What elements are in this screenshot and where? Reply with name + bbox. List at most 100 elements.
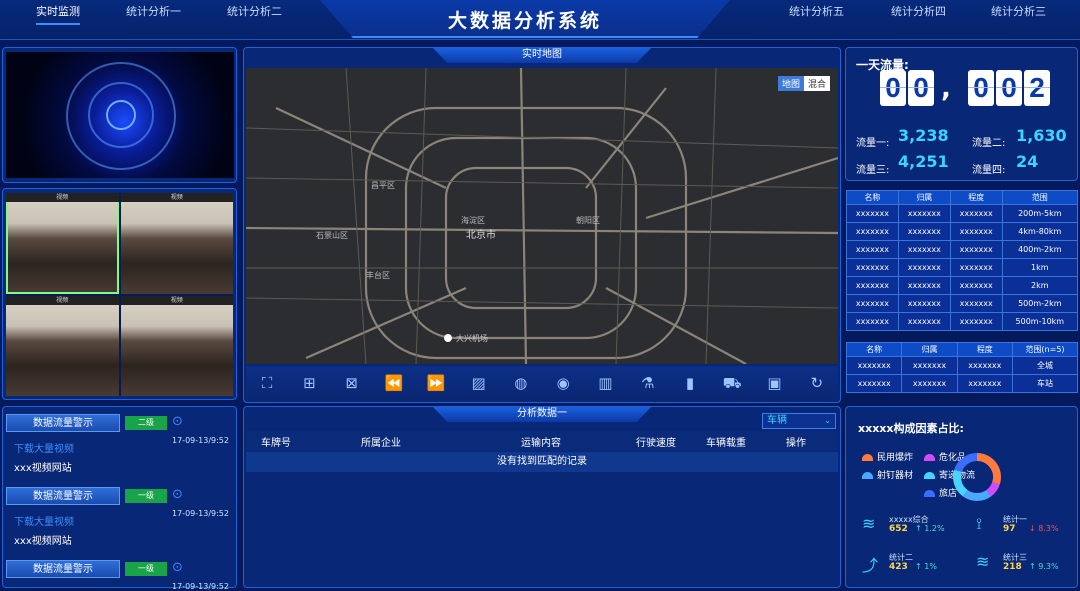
page-title: 大数据分析系统: [447, 10, 602, 32]
table-header: 程度: [956, 342, 1013, 357]
stat-change: ↓ 8.3%: [1029, 524, 1059, 533]
hybrid-mode-button[interactable]: 混合: [803, 76, 830, 91]
camera-feed[interactable]: 视频: [6, 193, 119, 294]
col-company[interactable]: 所属企业: [306, 434, 456, 449]
table-header: 归属: [897, 190, 951, 205]
truck-icon[interactable]: ⛟: [722, 373, 742, 393]
flow-digit: 0: [880, 70, 906, 106]
table-row[interactable]: xxxxxxx xxxxxxx xxxxxxx 500m-10km: [846, 312, 1079, 331]
map-mode-button[interactable]: 地图: [777, 76, 804, 91]
table-row[interactable]: xxxxxxx xxxxxxx xxxxxxx 全城: [845, 356, 1079, 375]
col-speed[interactable]: 行驶速度: [626, 434, 686, 449]
video-feed[interactable]: [6, 52, 234, 178]
nav-stat-4[interactable]: 统计分析四: [891, 3, 946, 19]
table-row[interactable]: xxxxxxx xxxxxxx xxxxxxx 500m-2km: [846, 294, 1079, 313]
legend-swatch-icon: [924, 472, 935, 479]
flow-digit: 0: [968, 70, 994, 106]
nav-stat-3[interactable]: 统计分析三: [991, 3, 1046, 19]
map-label: 海淀区: [461, 215, 485, 225]
stat-value: 423: [889, 562, 908, 572]
nav-stat-1[interactable]: 统计分析一: [126, 3, 181, 19]
table-header: 范围: [1001, 190, 1079, 205]
factor-donut: [953, 453, 1001, 501]
stat-value: 97: [1003, 524, 1016, 534]
table-cell: 4km-80km: [1001, 222, 1079, 241]
table-cell: xxxxxxx: [897, 222, 951, 241]
stat-change: ↑ 9.3%: [1029, 562, 1059, 571]
flow-4-value: 24: [1016, 152, 1039, 171]
camera-icon[interactable]: ◉: [553, 373, 573, 393]
nav-stat-2[interactable]: 统计分析二: [227, 3, 282, 19]
map-label: 大兴机场: [456, 333, 488, 343]
table-cell: xxxxxxx: [897, 204, 951, 223]
table-row[interactable]: xxxxxxx xxxxxxx xxxxxxx 4km-80km: [846, 222, 1079, 241]
range-table: 名称 归属 程度 范围 xxxxxxx xxxxxxx xxxxxxx 200m-5km xxx…: [846, 190, 1079, 331]
legend-swatch-icon: [924, 490, 935, 497]
rewind-icon[interactable]: ⏪: [384, 373, 404, 393]
table-cell: 200m-5km: [1001, 204, 1079, 223]
map-type-toggle[interactable]: 地图 混合: [777, 76, 830, 91]
flow-1-value: 3,238: [898, 126, 949, 145]
table-cell: 500m-2km: [1001, 294, 1079, 313]
table-cell: 400m-2km: [1001, 240, 1079, 259]
table-row[interactable]: xxxxxxx xxxxxxx xxxxxxx 200m-5km: [846, 204, 1079, 223]
table-row[interactable]: xxxxxxx xxxxxxx xxxxxxx 车站: [845, 374, 1079, 393]
alert-button[interactable]: 数据流量警示: [6, 560, 120, 578]
col-action[interactable]: 操作: [766, 434, 826, 449]
col-load[interactable]: 车辆载重: [686, 434, 766, 449]
nav-stat-5[interactable]: 统计分析五: [789, 3, 844, 19]
table-header: 程度: [949, 190, 1003, 205]
map-view[interactable]: 北京市 昌平区 海淀区 石景山区 丰台区 朝阳区 大兴机场 地图 混合: [246, 68, 838, 364]
flow-digit: 0: [996, 70, 1022, 106]
camera-feed[interactable]: 视频: [120, 295, 233, 396]
camera-feed[interactable]: 视频: [120, 193, 233, 294]
alert-site: xxx视频网站: [14, 536, 72, 547]
camera-feed[interactable]: 视频: [6, 295, 119, 396]
alert-button[interactable]: 数据流量警示: [6, 414, 120, 432]
flask-icon[interactable]: ⚗: [638, 373, 658, 393]
alert-site: xxx视频网站: [14, 463, 72, 474]
forward-icon[interactable]: ⏩: [426, 373, 446, 393]
stat-change: ↑ 1.2%: [915, 524, 945, 533]
globe-icon[interactable]: ◍: [511, 373, 531, 393]
flow-digit: 0: [908, 70, 934, 106]
table-cell: xxxxxxx: [846, 222, 899, 241]
table-cell: 2km: [1001, 276, 1079, 295]
top-bar: 实时监测 统计分析一 统计分析二 大数据分析系统 统计分析五 统计分析四 统计分…: [0, 0, 1080, 40]
zoom-out-icon[interactable]: ⊠: [342, 373, 362, 393]
analysis-tab-title: 分析数据一: [432, 406, 652, 422]
buildings-icon[interactable]: ▥: [595, 373, 615, 393]
table-row[interactable]: xxxxxxx xxxxxxx xxxxxxx 400m-2km: [846, 240, 1079, 259]
camera-grid: 视频 视频 视频 视频: [6, 193, 233, 396]
table-header: 名称: [845, 342, 903, 357]
screen-icon[interactable]: ▣: [765, 373, 785, 393]
camera-label: 视频: [6, 295, 119, 305]
flow-4-label: 流量四:: [972, 165, 1006, 176]
map-label: 丰台区: [366, 270, 390, 280]
table-cell: xxxxxxx: [845, 374, 903, 393]
flow-comma: ,: [941, 74, 951, 104]
line-chart-icon: ⤴: [862, 556, 879, 575]
layers-icon[interactable]: ▨: [469, 373, 489, 393]
table-cell: xxxxxxx: [897, 240, 951, 259]
table-cell: 1km: [1001, 258, 1079, 277]
stack-icon: ≋: [976, 552, 990, 571]
donut-slice: [986, 481, 1000, 497]
nav-realtime[interactable]: 实时监测: [36, 3, 80, 25]
table-row[interactable]: xxxxxxx xxxxxxx xxxxxxx 1km: [846, 258, 1079, 277]
zoom-in-icon[interactable]: ⊞: [299, 373, 319, 393]
vehicle-select[interactable]: 车辆 ⌄: [762, 413, 836, 429]
col-content[interactable]: 运输内容: [456, 434, 626, 449]
table-row[interactable]: xxxxxxx xxxxxxx xxxxxxx 2km: [846, 276, 1079, 295]
fullscreen-icon[interactable]: ⛶: [257, 373, 277, 393]
chart-icon[interactable]: ▮: [680, 373, 700, 393]
title-banner: 大数据分析系统: [320, 0, 730, 38]
video-ring: [106, 100, 136, 130]
table-cell: 全城: [1011, 356, 1079, 375]
alert-button[interactable]: 数据流量警示: [6, 487, 120, 505]
level-badge: 一级: [125, 562, 167, 576]
refresh-icon[interactable]: ↻: [807, 373, 827, 393]
stat-change: ↑ 1%: [915, 562, 937, 571]
col-plate[interactable]: 车牌号: [246, 434, 306, 449]
map-toolbar: ⛶ ⊞ ⊠ ⏪ ⏩ ▨ ◍ ◉ ▥ ⚗ ▮ ⛟ ▣ ↻: [246, 366, 838, 400]
